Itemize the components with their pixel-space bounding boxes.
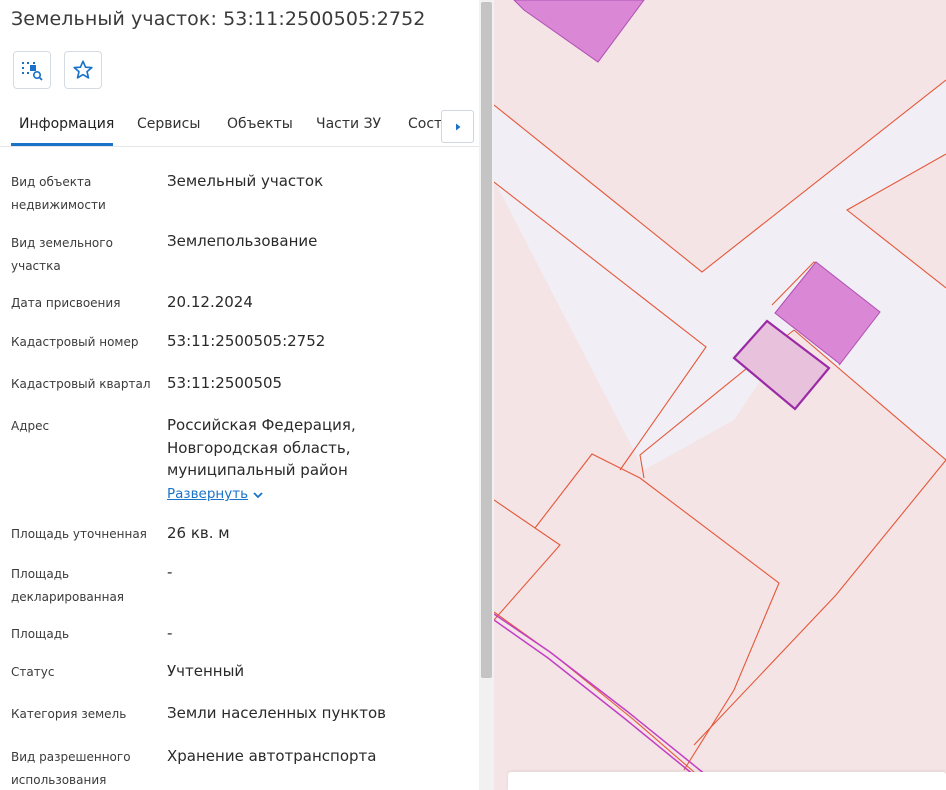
parcel-border xyxy=(494,499,561,621)
value-land-type: Землепользование xyxy=(167,232,318,250)
map-building-top[interactable] xyxy=(513,0,645,63)
tab-services[interactable]: Сервисы xyxy=(137,116,200,132)
value-area-specified: 26 кв. м xyxy=(167,524,230,542)
map-bottom-panel[interactable] xyxy=(508,772,946,790)
label-cadastral-quarter: Кадастровый квартал xyxy=(11,377,151,391)
value-object-type: Земельный участок xyxy=(167,172,324,190)
label-permitted-use: Вид разрешенного использования xyxy=(11,750,131,787)
value-area-declared: - xyxy=(167,563,173,581)
label-area-specified: Площадь уточненная xyxy=(11,527,147,541)
active-tab-indicator xyxy=(11,143,113,146)
parcel-border xyxy=(534,453,780,771)
label-land-type: Вид земельного участка xyxy=(11,236,113,273)
tab-information[interactable]: Информация xyxy=(19,116,114,132)
chevron-down-icon[interactable] xyxy=(251,488,265,502)
page-title: Земельный участок: 53:11:2500505:2752 xyxy=(11,8,426,30)
map-road xyxy=(494,80,946,470)
value-cadastral-quarter: 53:11:2500505 xyxy=(167,374,283,392)
value-area: - xyxy=(167,624,173,642)
caret-right-icon xyxy=(455,123,460,130)
label-cadastral-number: Кадастровый номер xyxy=(11,335,139,349)
object-info-panel: Земельный участок: 53:11:2500505:2752 Ин… xyxy=(0,0,479,790)
label-area-declared: Площадь декларированная xyxy=(11,567,125,604)
value-address: Российская Федерация, Новгородская облас… xyxy=(167,416,356,479)
parcel-border xyxy=(494,611,695,773)
star-outline-icon xyxy=(73,60,93,79)
tab-bar: Информация Сервисы Объекты Части ЗУ Сост… xyxy=(0,103,479,147)
tab-objects[interactable]: Объекты xyxy=(227,116,293,132)
value-assignment-date: 20.12.2024 xyxy=(167,293,253,311)
tab-land-parts[interactable]: Части ЗУ xyxy=(316,116,381,132)
add-to-favorites-button[interactable] xyxy=(64,51,102,89)
expand-address-link[interactable]: Развернуть xyxy=(167,486,248,502)
locate-on-map-button[interactable] xyxy=(13,51,51,89)
cadastral-map[interactable] xyxy=(494,0,946,790)
label-status: Статус xyxy=(11,665,55,679)
tabs-scroll-right-button[interactable] xyxy=(441,110,474,143)
locate-on-map-icon xyxy=(22,62,43,81)
value-permitted-use: Хранение автотранспорта xyxy=(167,747,377,765)
label-land-category: Категория земель xyxy=(11,707,127,721)
parcel-border xyxy=(693,459,946,746)
label-address: Адрес xyxy=(11,419,50,433)
value-cadastral-number: 53:11:2500505:2752 xyxy=(167,332,326,350)
value-status: Учтенный xyxy=(167,662,245,680)
value-land-category: Земли населенных пунктов xyxy=(167,704,386,722)
map-canvas[interactable] xyxy=(494,0,946,790)
label-area: Площадь xyxy=(11,627,70,641)
label-object-type: Вид объекта недвижимости xyxy=(11,175,106,212)
label-assignment-date: Дата присвоения xyxy=(11,296,121,310)
panel-scrollbar-thumb[interactable] xyxy=(481,2,492,678)
